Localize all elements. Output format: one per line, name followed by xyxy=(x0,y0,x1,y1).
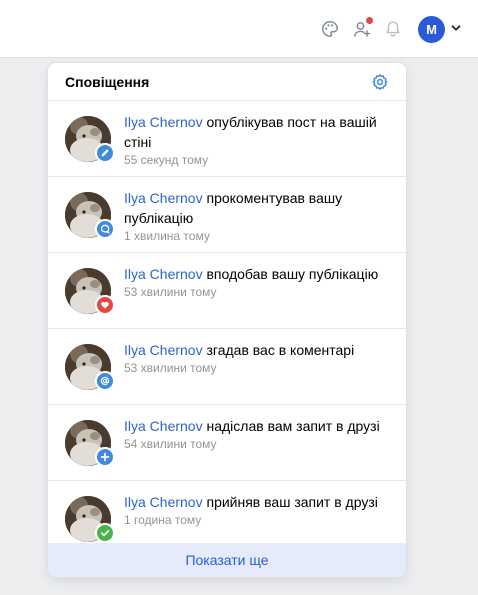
chevron-down-icon[interactable] xyxy=(450,22,462,34)
notification-item[interactable]: Ilya Chernov вподобав вашу публікацію 53 … xyxy=(48,253,406,329)
notification-text: Ilya Chernov згадав вас в коментарі xyxy=(124,340,388,360)
comment-icon xyxy=(95,219,115,239)
notification-item[interactable]: Ilya Chernov опублікував пост на вашій с… xyxy=(48,101,406,177)
heart-icon xyxy=(95,295,115,315)
user-name-link[interactable]: Ilya Chernov xyxy=(124,418,203,434)
palette-icon[interactable] xyxy=(318,17,342,41)
user-name-link[interactable]: Ilya Chernov xyxy=(124,494,203,510)
user-name-link[interactable]: Ilya Chernov xyxy=(124,342,203,358)
panel-title: Сповіщення xyxy=(65,74,150,90)
notification-time: 1 хвилина тому xyxy=(124,229,210,243)
user-name-link[interactable]: Ilya Chernov xyxy=(124,190,203,206)
notification-time: 1 година тому xyxy=(124,513,202,527)
notification-text: Ilya Chernov надіслав вам запит в друзі xyxy=(124,416,388,436)
gear-icon[interactable] xyxy=(371,73,389,91)
profile-avatar[interactable]: M xyxy=(418,16,445,43)
mention-icon xyxy=(95,371,115,391)
notification-action: вподобав вашу публікацію xyxy=(202,266,379,282)
notification-action: згадав вас в коментарі xyxy=(202,342,355,358)
bell-icon[interactable] xyxy=(381,17,405,41)
show-more-button[interactable]: Показати ще xyxy=(48,543,406,577)
user-name-link[interactable]: Ilya Chernov xyxy=(124,114,203,130)
notification-text: Ilya Chernov опублікував пост на вашій с… xyxy=(124,112,388,152)
pencil-icon xyxy=(95,143,115,163)
notification-time: 53 хвилини тому xyxy=(124,285,217,299)
new-request-dot xyxy=(366,17,373,24)
notification-text: Ilya Chernov прокоментував вашу публікац… xyxy=(124,188,388,228)
notification-item[interactable]: Ilya Chernov надіслав вам запит в друзі 5… xyxy=(48,405,406,481)
notification-time: 55 секунд тому xyxy=(124,153,209,167)
notification-item[interactable]: Ilya Chernov згадав вас в коментарі 53 хв… xyxy=(48,329,406,405)
notification-item[interactable]: Ilya Chernov прокоментував вашу публікац… xyxy=(48,177,406,253)
notification-action: прийняв ваш запит в друзі xyxy=(202,494,378,510)
notification-text: Ilya Chernov вподобав вашу публікацію xyxy=(124,264,388,284)
notification-time: 54 хвилини тому xyxy=(124,437,217,451)
plus-icon xyxy=(95,447,115,467)
check-icon xyxy=(95,523,115,543)
notification-text: Ilya Chernov прийняв ваш запит в друзі xyxy=(124,492,388,512)
notification-time: 53 хвилини тому xyxy=(124,361,217,375)
friends-icon[interactable] xyxy=(350,17,374,41)
top-bar: M xyxy=(0,0,478,58)
panel-header: Сповіщення xyxy=(48,63,406,101)
notifications-panel: Сповіщення Ilya Chernov опублікував пост… xyxy=(48,63,406,577)
notification-action: надіслав вам запит в друзі xyxy=(202,418,380,434)
user-name-link[interactable]: Ilya Chernov xyxy=(124,266,203,282)
